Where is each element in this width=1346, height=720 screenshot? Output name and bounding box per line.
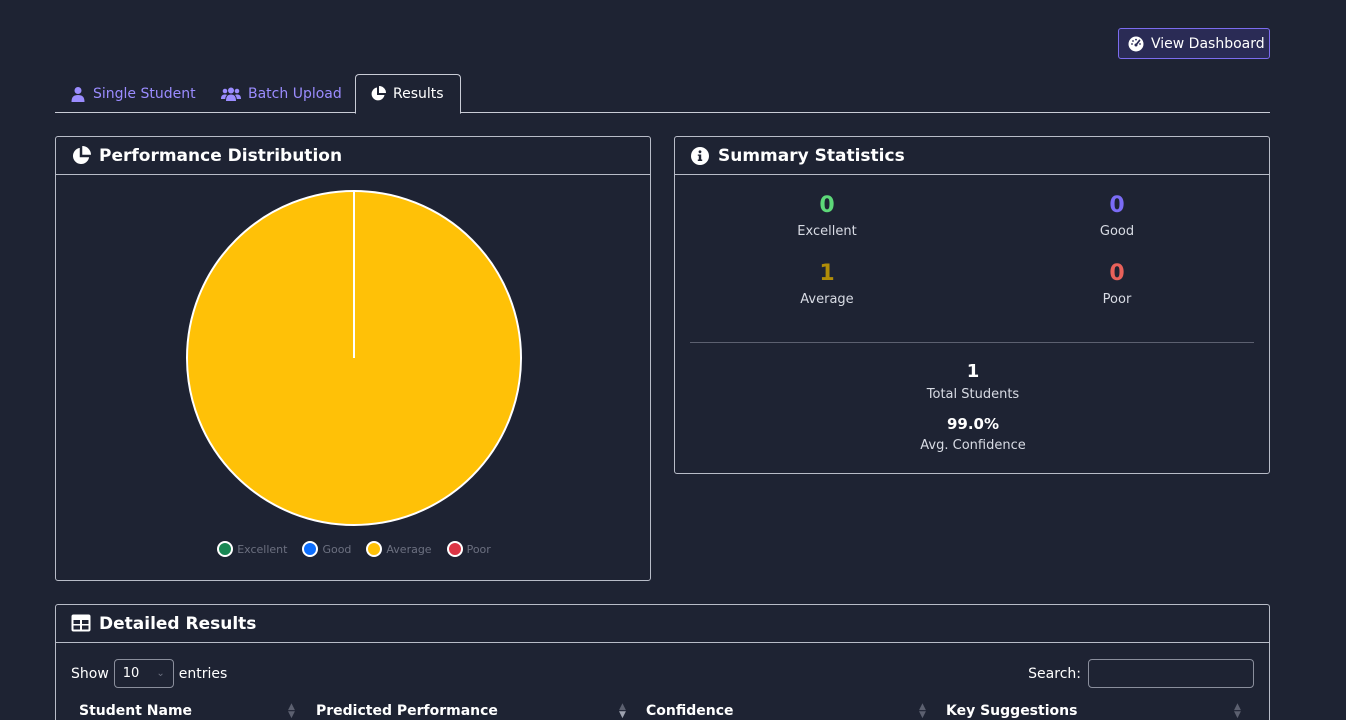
tab-results[interactable]: Results xyxy=(355,74,461,114)
performance-distribution-card: Performance Distribution Excellent Good Av… xyxy=(55,136,651,581)
legend-swatch xyxy=(366,541,383,557)
user-icon xyxy=(70,86,86,102)
pie-chart[interactable] xyxy=(185,189,523,527)
legend-item-excellent[interactable]: Excellent xyxy=(217,541,287,557)
legend-label: Good xyxy=(322,542,352,556)
speedometer-icon xyxy=(1128,36,1144,52)
stat-average: 1 Average xyxy=(727,261,927,307)
stat-poor: 0 Poor xyxy=(1017,261,1217,307)
stat-avg-confidence-label: Avg. Confidence xyxy=(920,438,1026,453)
detailed-results-header: Detailed Results xyxy=(56,605,1269,643)
stat-total-students-value: 1 xyxy=(966,361,980,382)
detailed-results-title: Detailed Results xyxy=(99,613,257,634)
tab-batch-upload-label: Batch Upload xyxy=(248,85,342,102)
show-label: Show xyxy=(71,665,109,682)
summary-statistics-title: Summary Statistics xyxy=(718,145,905,166)
stat-good-label: Good xyxy=(1099,224,1135,239)
detailed-results-card: Detailed Results Show 10 ⌄ entries Searc… xyxy=(55,604,1270,720)
legend-swatch xyxy=(217,541,234,557)
chevron-down-icon: ⌄ xyxy=(156,668,165,679)
stat-average-value: 1 xyxy=(819,261,835,286)
table-icon xyxy=(71,614,91,634)
search-label: Search: xyxy=(1028,665,1081,682)
tab-single-student-label: Single Student xyxy=(93,85,196,102)
entries-label: entries xyxy=(178,665,228,682)
stat-excellent-value: 0 xyxy=(819,193,835,218)
entries-control: Show 10 ⌄ entries xyxy=(71,659,227,688)
sort-icon[interactable]: ▲ ▼ xyxy=(288,703,295,720)
users-icon xyxy=(221,86,241,102)
summary-statistics-card: Summary Statistics 0 Excellent 0 Good 1 … xyxy=(674,136,1270,474)
stat-good-value: 0 xyxy=(1109,193,1125,218)
stat-total-students-label: Total Students xyxy=(926,387,1020,402)
legend-item-good[interactable]: Good xyxy=(302,541,351,557)
stat-excellent: 0 Excellent xyxy=(727,193,927,239)
tab-single-student[interactable]: Single Student xyxy=(70,74,196,113)
stat-good: 0 Good xyxy=(1017,193,1217,239)
pie-chart-icon xyxy=(71,145,91,166)
summary-statistics-header: Summary Statistics xyxy=(675,137,1269,175)
info-icon xyxy=(690,146,710,166)
stat-excellent-label: Excellent xyxy=(797,224,857,239)
search-input[interactable] xyxy=(1088,659,1254,688)
tab-bar: Single Student Batch Upload Results xyxy=(55,74,1270,114)
legend-item-average[interactable]: Average xyxy=(366,541,432,557)
entries-select-value: 10 xyxy=(122,666,140,681)
stat-avg-confidence: 99.0% Avg. Confidence xyxy=(675,415,1271,453)
legend-item-poor[interactable]: Poor xyxy=(446,541,491,557)
column-key-suggestions[interactable]: Key Suggestions xyxy=(946,703,1077,719)
performance-distribution-header: Performance Distribution xyxy=(56,137,650,175)
entries-select[interactable]: 10 ⌄ xyxy=(113,659,174,688)
stat-average-label: Average xyxy=(800,292,854,307)
sort-icon[interactable]: ▲ ▼ xyxy=(919,703,926,720)
pie-legend: Excellent Good Average Poor xyxy=(56,541,652,557)
sort-icon[interactable]: ▲ ▼ xyxy=(1234,703,1241,720)
legend-swatch xyxy=(302,541,319,557)
stat-poor-value: 0 xyxy=(1109,261,1125,286)
pie-chart-icon xyxy=(370,86,386,102)
performance-distribution-title: Performance Distribution xyxy=(99,145,343,166)
column-predicted-performance[interactable]: Predicted Performance xyxy=(316,703,498,719)
tab-results-label: Results xyxy=(393,86,444,102)
view-dashboard-label: View Dashboard xyxy=(1151,35,1265,52)
legend-label: Excellent xyxy=(237,542,288,556)
stat-avg-confidence-value: 99.0% xyxy=(946,415,1000,433)
tab-batch-upload[interactable]: Batch Upload xyxy=(221,74,342,113)
divider xyxy=(690,342,1254,343)
legend-swatch xyxy=(446,541,463,557)
legend-label: Average xyxy=(386,542,432,556)
legend-label: Poor xyxy=(466,542,491,556)
stat-poor-label: Poor xyxy=(1102,292,1132,307)
search-control: Search: xyxy=(1028,659,1254,688)
sort-icon[interactable]: ▲ ▼ xyxy=(619,703,626,720)
column-confidence[interactable]: Confidence xyxy=(646,703,734,719)
view-dashboard-button[interactable]: View Dashboard xyxy=(1118,28,1270,59)
column-student-name[interactable]: Student Name xyxy=(79,703,192,719)
stat-total-students: 1 Total Students xyxy=(675,361,1271,402)
